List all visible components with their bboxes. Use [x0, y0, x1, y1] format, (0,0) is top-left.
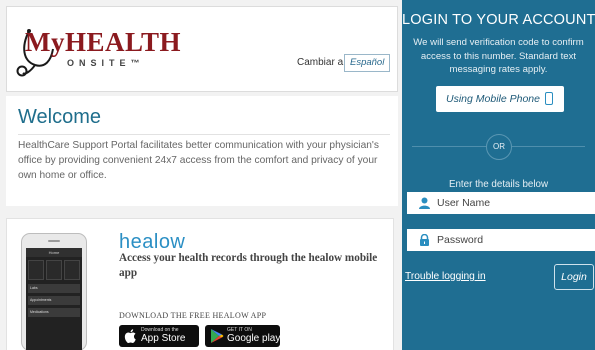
or-label: OR: [486, 134, 512, 160]
app-store-big: App Store: [141, 333, 186, 344]
language-prompt: Cambiar a: [297, 57, 344, 68]
mobile-button-label: Using Mobile Phone: [446, 93, 540, 105]
header: MyHEALTH ONSITE™ Cambiar a Español: [6, 6, 398, 92]
logo-subtext: ONSITE™: [67, 58, 145, 68]
details-label: Enter the details below: [448, 179, 549, 190]
phone-speaker: [48, 240, 60, 242]
phone-row: Appointments: [28, 296, 80, 305]
google-play-button[interactable]: GET IT ON Google play: [205, 325, 280, 347]
apple-icon: [124, 329, 136, 343]
password-field[interactable]: Password: [407, 229, 595, 251]
login-title: LOGIN TO YOUR ACCOUNT: [402, 12, 595, 28]
app-store-button[interactable]: Download on the App Store: [119, 325, 199, 347]
login-button[interactable]: Login: [554, 264, 594, 290]
trouble-logging-in-link[interactable]: Trouble logging in: [405, 271, 486, 282]
left-content: MyHEALTH ONSITE™ Cambiar a Español Welco…: [0, 0, 400, 350]
phone-image: Home Labs Appointments Medications: [21, 233, 87, 350]
google-play-icon: [211, 329, 224, 343]
logo-text: MyHEALTH: [25, 27, 182, 57]
download-label: DOWNLOAD THE FREE HEALOW APP: [119, 311, 267, 320]
welcome-title: Welcome: [18, 106, 101, 128]
google-play-big: Google play: [227, 333, 281, 344]
login-panel: LOGIN TO YOUR ACCOUNT We will send verif…: [402, 0, 595, 350]
using-mobile-phone-button[interactable]: Using Mobile Phone: [436, 86, 564, 112]
healow-promo: Home Labs Appointments Medications healo…: [6, 218, 394, 350]
healow-headline: Access your health records through the h…: [119, 252, 378, 279]
login-description: We will send verification code to confir…: [413, 37, 584, 75]
username-placeholder: User Name: [437, 197, 491, 209]
password-placeholder: Password: [437, 234, 484, 246]
welcome-text: HealthCare Support Portal facilitates be…: [18, 140, 379, 181]
welcome-section: Welcome HealthCare Support Portal facili…: [6, 96, 398, 206]
phone-grid: [28, 260, 80, 280]
phone-row: Labs: [28, 284, 80, 293]
mobile-phone-icon: [545, 92, 553, 105]
divider: [18, 134, 390, 135]
user-icon: [419, 197, 430, 209]
phone-row: Medications: [28, 308, 80, 317]
phone-screen: Home Labs Appointments Medications: [26, 248, 82, 350]
language-button[interactable]: Español: [344, 54, 391, 72]
phone-screen-title: Home: [26, 248, 82, 257]
myhealth-onsite-logo: MyHEALTH ONSITE™: [15, 27, 181, 79]
username-field[interactable]: User Name: [407, 192, 595, 214]
lock-icon: [420, 234, 429, 246]
